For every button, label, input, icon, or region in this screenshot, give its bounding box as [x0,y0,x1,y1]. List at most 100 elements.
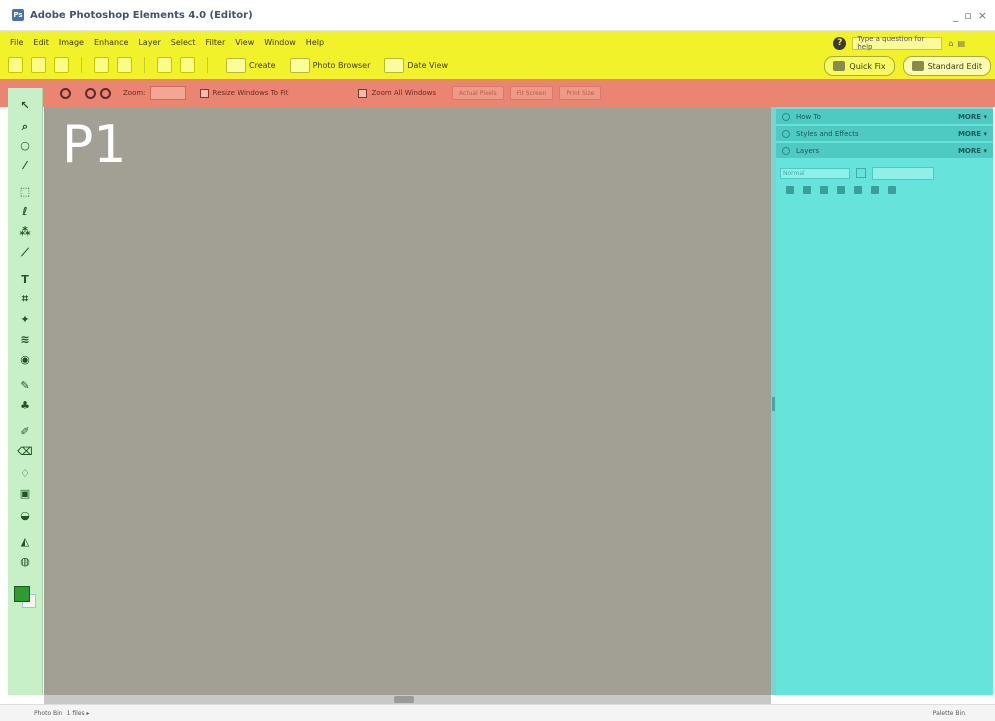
save-icon[interactable] [54,57,69,73]
link-layers-icon[interactable] [837,186,845,194]
divider-handle[interactable] [772,397,775,411]
date-view-button[interactable]: Date View [384,57,448,73]
menu-window[interactable]: Window [264,38,296,47]
sponge-tool-icon[interactable]: ◍ [18,554,32,568]
zoom-tool-icon[interactable]: ⌕ [18,120,32,134]
resize-windows-option[interactable]: Resize Windows To Fit [199,88,288,98]
quick-fix-tab[interactable]: Quick Fix [824,56,895,76]
magic-wand-tool-icon[interactable]: ⁂ [18,224,32,238]
menu-help[interactable]: Help [306,38,324,47]
healing-brush-tool-icon[interactable]: ✎ [18,378,32,392]
move-tool-icon[interactable]: ↖ [18,98,32,112]
foreground-color-swatch[interactable] [14,586,30,602]
create-button[interactable]: Create [226,57,276,73]
standard-edit-tab[interactable]: Standard Edit [902,56,991,76]
eyedropper-tool-icon[interactable]: ⁄ [18,158,32,172]
how-to-palette-header[interactable]: How To MORE ▾ [776,109,993,125]
menu-select[interactable]: Select [171,38,196,47]
scrollbar-thumb[interactable] [394,696,414,703]
menu-layer[interactable]: Layer [138,38,160,47]
pencil-tool-icon[interactable]: ✐ [18,424,32,438]
blend-mode-select[interactable]: Normal [780,167,850,179]
marquee-tool-icon[interactable]: ⬚ [18,184,32,198]
menu-enhance[interactable]: Enhance [94,38,129,47]
menu-image[interactable]: Image [59,38,84,47]
standard-edit-label: Standard Edit [927,61,982,71]
print-icon[interactable] [94,57,109,73]
menu-edit[interactable]: Edit [33,38,49,47]
menu-view[interactable]: View [235,38,254,47]
zoom-input[interactable] [149,86,186,100]
actual-pixels-button[interactable]: Actual Pixels [452,86,504,100]
zoom-in-icon[interactable] [85,87,96,99]
fit-screen-button[interactable]: Fit Screen [509,86,554,100]
home-icon[interactable]: ⌂ [948,39,953,48]
online-services-icon[interactable] [117,57,132,73]
gradient-tool-icon[interactable]: ▣ [18,486,32,500]
how-to-more-button[interactable]: MORE ▾ [958,113,987,121]
styles-effects-palette-header[interactable]: Styles and Effects MORE ▾ [776,126,993,142]
clone-stamp-tool-icon[interactable]: ♣ [18,398,32,412]
redo-icon[interactable] [180,57,195,73]
opacity-field[interactable] [872,166,934,180]
blur-tool-icon[interactable]: ◭ [18,534,32,548]
zoom-field-group: Zoom: [123,86,186,100]
tools-panel: ↖ ⌕ ○ ⁄ ⬚ ℓ ⁂ ⟋ T ⌗ ✦ ≋ ◉ ✎ ♣ ✐ ⌫ ♢ ▣ ◒ … [8,88,43,695]
red-eye-tool-icon[interactable]: ◉ [18,352,32,366]
help-search-input[interactable]: Type a question for help [852,35,943,51]
palette-bin-toggle[interactable]: Palette Bin [933,710,965,717]
workspace-label: P1 [62,115,127,175]
styles-effects-more-button[interactable]: MORE ▾ [958,130,987,138]
type-tool-icon[interactable]: T [18,272,32,286]
zoom-out-icon[interactable] [100,87,111,99]
layers-palette-header[interactable]: Layers MORE ▾ [776,143,993,159]
layers-tools [786,185,986,195]
collapse-icon[interactable] [782,146,790,155]
selection-brush-tool-icon[interactable]: ⟋ [18,246,32,260]
menu-file[interactable]: File [10,38,23,47]
expand-icon[interactable] [782,112,790,121]
shape-tool-icon[interactable]: ◒ [18,508,32,522]
lasso-tool-icon[interactable]: ℓ [18,204,32,218]
new-layer-icon[interactable] [786,186,794,194]
how-to-label: How To [796,112,821,121]
hand-tool-icon[interactable]: ○ [18,138,32,152]
eraser-tool-icon[interactable]: ⌫ [17,444,33,458]
help-icon[interactable]: ? [833,36,847,50]
restore-button[interactable]: ▫ [964,9,971,22]
photo-browser-icon [289,57,310,73]
horizontal-scrollbar[interactable] [44,695,771,704]
zoom-all-windows-option[interactable]: Zoom All Windows [358,88,436,98]
minimize-button[interactable]: _ [953,9,959,22]
delete-layer-icon[interactable] [820,186,828,194]
zoom-all-windows-checkbox[interactable] [358,88,368,98]
straighten-tool-icon[interactable]: ≋ [18,332,32,346]
print-size-button[interactable]: Print Size [559,86,602,100]
photo-browser-button[interactable]: Photo Browser [289,57,370,73]
crop-tool-icon[interactable]: ⌗ [18,292,32,306]
create-icon [226,57,246,73]
layers-more-button[interactable]: MORE ▾ [958,147,987,155]
layer-options-icon[interactable] [888,186,896,194]
resize-windows-checkbox[interactable] [199,88,209,98]
expand-icon[interactable] [782,129,790,138]
lock-all-icon[interactable] [871,186,879,194]
new-file-icon[interactable] [8,57,23,73]
window-controls: _ ▫ × [953,9,987,22]
lock-icon[interactable] [856,168,866,178]
menu-filter[interactable]: Filter [205,38,225,47]
image-workspace[interactable]: P1 [44,107,771,695]
panel-icon[interactable]: ▤ [957,39,965,48]
paint-bucket-tool-icon[interactable]: ♢ [18,466,32,480]
close-button[interactable]: × [978,9,987,22]
photo-bin-toggle[interactable]: Photo Bin [34,710,63,717]
adjustment-layer-icon[interactable] [803,186,811,194]
open-file-icon[interactable] [31,57,46,73]
status-bar: Photo Bin 1 files ▸ Palette Bin [0,704,995,721]
lock-transparency-icon[interactable] [854,186,862,194]
toolbar-separator [81,57,82,73]
help-placeholder: Type a question for help [857,35,925,51]
undo-icon[interactable] [157,57,172,73]
cookie-cutter-tool-icon[interactable]: ✦ [18,312,32,326]
layers-label: Layers [796,146,820,155]
